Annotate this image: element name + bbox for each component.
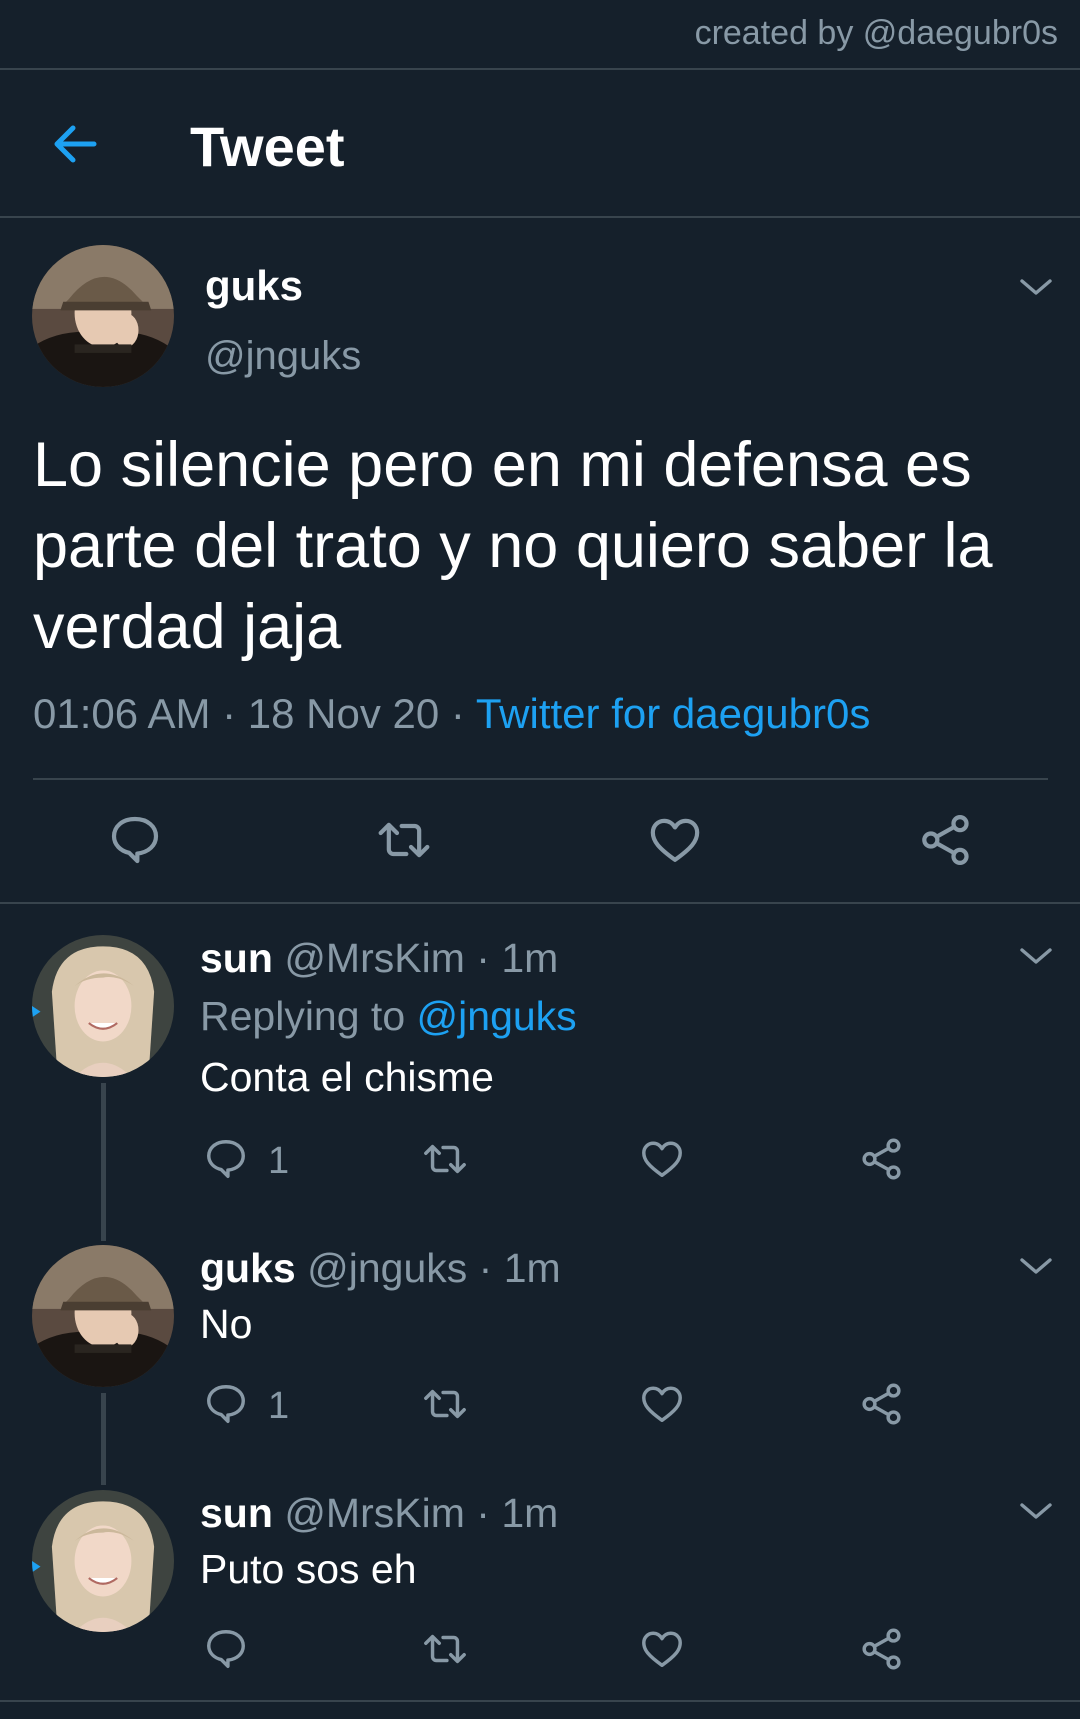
avatar[interactable] [32,1490,174,1632]
replying-to: Replying to @jnguks [200,993,577,1040]
reply-icon[interactable] [107,812,163,868]
reply-header: guks @jnguks · 1m [200,1245,561,1292]
tweet-meta: 01:06 AM · 18 Nov 20 · Twitter for daegu… [33,690,871,737]
author-name[interactable]: guks [200,1245,296,1291]
thread-line [101,1083,106,1241]
retweet-icon[interactable] [420,1381,470,1427]
tweet-age: 1m [501,935,559,981]
back-arrow-icon[interactable] [46,114,106,174]
thread-line [101,1393,106,1485]
retweet-icon[interactable] [420,1136,470,1182]
share-icon[interactable] [859,1381,905,1427]
avatar[interactable] [32,1245,174,1387]
author-handle[interactable]: @jnguks [205,334,361,379]
share-icon[interactable] [918,812,974,868]
reply-count: 1 [268,1385,290,1427]
reply-text: Conta el chisme [200,1054,494,1100]
separator: · [478,1245,493,1291]
chevron-down-icon[interactable] [1018,1254,1054,1278]
chevron-down-icon[interactable] [1018,1499,1054,1523]
chevron-down-icon[interactable] [1018,275,1054,299]
credit-text: created by @daegubr0s [694,14,1058,52]
retweet-icon[interactable] [420,1626,470,1672]
avatar[interactable] [32,935,174,1077]
author-handle[interactable]: @MrsKim [284,1490,465,1536]
author-name[interactable]: sun [200,935,273,981]
tweet-text: Lo silencie pero en mi defensa es parte … [33,430,993,662]
like-icon[interactable] [639,1626,685,1672]
like-icon[interactable] [647,812,703,868]
like-icon[interactable] [639,1381,685,1427]
author-handle[interactable]: @MrsKim [284,935,465,981]
reply-count: 1 [268,1140,290,1182]
reply-header: sun @MrsKim · 1m [200,1490,558,1537]
divider [0,902,1080,904]
page-title: Tweet [190,115,345,178]
like-icon[interactable] [639,1136,685,1182]
author-name[interactable]: guks [205,262,303,310]
separator: · [476,1490,490,1536]
reply-text: Puto sos eh [200,1546,417,1592]
share-icon[interactable] [859,1136,905,1182]
top-bar: Tweet [0,70,1080,218]
separator: · [476,935,490,981]
reply-icon[interactable] [203,1381,249,1427]
tweet-age: 1m [501,1490,559,1536]
reply-header: sun @MrsKim · 1m [200,935,558,982]
reply-text: No [200,1301,253,1347]
reply-icon[interactable] [203,1136,249,1182]
avatar[interactable] [32,245,174,387]
share-icon[interactable] [859,1626,905,1672]
divider [0,216,1080,218]
replying-prefix: Replying to [200,993,406,1039]
author-name[interactable]: sun [200,1490,273,1536]
tweet-date: 18 Nov 20 [247,690,440,737]
author-handle[interactable]: @jnguks [307,1245,467,1291]
replying-to-link[interactable]: @jnguks [417,993,577,1039]
retweet-icon[interactable] [374,812,434,868]
divider [0,1700,1080,1702]
tweet-age: 1m [503,1245,561,1291]
divider [33,778,1048,780]
tweet-time: 01:06 AM [33,690,211,737]
tweet-source-link[interactable]: Twitter for daegubr0s [476,690,871,737]
reply-icon[interactable] [203,1626,249,1672]
chevron-down-icon[interactable] [1018,944,1054,968]
